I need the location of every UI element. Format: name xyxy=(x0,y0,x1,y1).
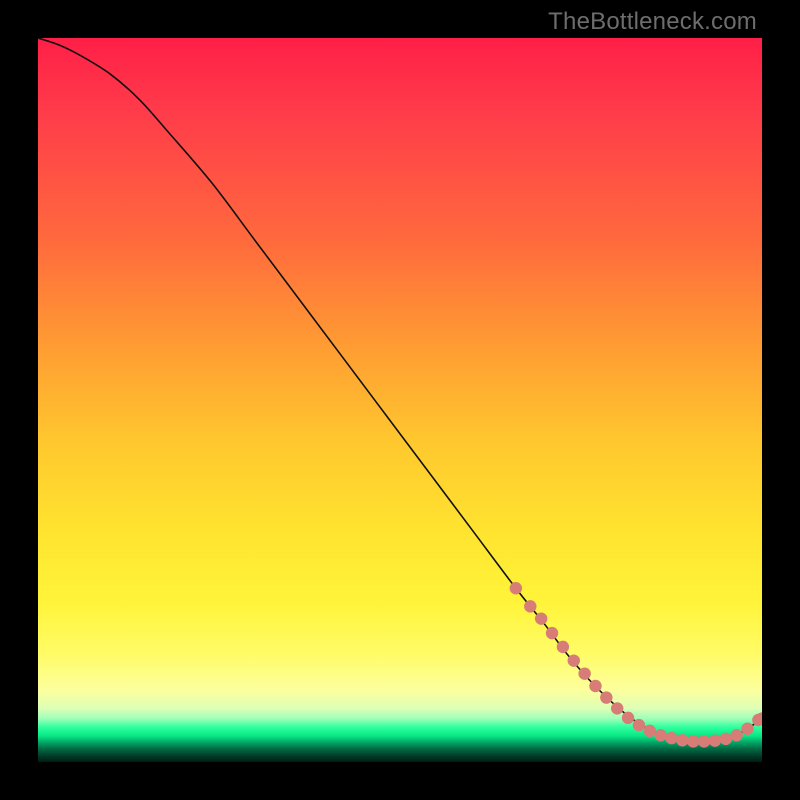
marker-dot xyxy=(611,702,623,714)
marker-dot xyxy=(698,735,710,747)
marker-dot xyxy=(578,667,590,679)
chart-frame: TheBottleneck.com xyxy=(0,0,800,800)
curve-layer xyxy=(38,38,762,762)
marker-dot xyxy=(741,723,753,735)
marker-dot xyxy=(557,641,569,653)
marker-dot xyxy=(535,612,547,624)
marker-dot xyxy=(709,734,721,746)
marker-dot xyxy=(524,600,536,612)
watermark-text: TheBottleneck.com xyxy=(548,8,757,36)
marker-dot xyxy=(665,732,677,744)
marker-dot xyxy=(600,691,612,703)
plot-area xyxy=(38,38,762,762)
marker-dot xyxy=(687,735,699,747)
marker-dot xyxy=(589,680,601,692)
marker-dot xyxy=(730,729,742,741)
marker-dot xyxy=(752,714,762,726)
marker-dot xyxy=(720,733,732,745)
marker-dot xyxy=(546,627,558,639)
marker-dot xyxy=(676,734,688,746)
marker-dot xyxy=(510,582,522,594)
bottleneck-curve xyxy=(38,38,762,742)
marker-dot xyxy=(633,719,645,731)
marker-dot xyxy=(568,654,580,666)
marker-dot xyxy=(622,712,634,724)
curve-markers xyxy=(510,582,762,748)
marker-dot xyxy=(644,725,656,737)
marker-dot xyxy=(654,729,666,741)
marker-dot xyxy=(756,712,762,724)
